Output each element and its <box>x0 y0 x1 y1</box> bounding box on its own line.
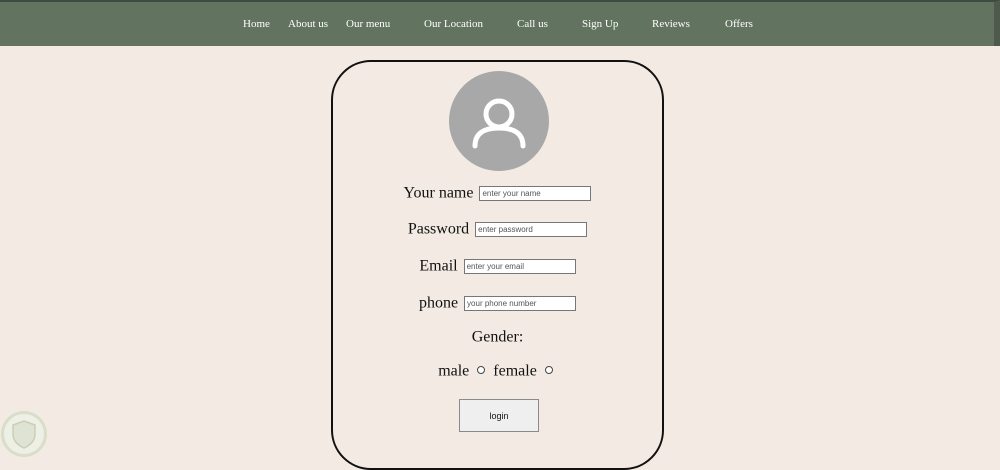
name-label: Your name <box>403 184 474 202</box>
email-label: Email <box>419 257 458 275</box>
phone-row: phone <box>333 294 662 312</box>
nav-about-link[interactable]: About us <box>288 18 328 30</box>
nav-call-link[interactable]: Call us <box>517 18 548 30</box>
name-input[interactable] <box>479 185 592 201</box>
user-icon <box>472 98 526 149</box>
email-row: Email <box>333 257 662 275</box>
signup-form-card: Your name Password Email phone Gender: m… <box>331 60 664 470</box>
nav-menu-link[interactable]: Our menu <box>346 18 390 30</box>
gender-female-radio[interactable] <box>544 366 553 375</box>
top-nav-bar: Home About us Our menu Our Location Call… <box>0 0 1000 46</box>
nav-home-link[interactable]: Home <box>243 18 270 30</box>
nav-location-link[interactable]: Our Location <box>424 18 483 30</box>
nav-reviews-link[interactable]: Reviews <box>652 18 690 30</box>
nav-offers-link[interactable]: Offers <box>725 18 753 30</box>
gender-female-label: female <box>493 362 537 380</box>
phone-input[interactable] <box>464 295 577 311</box>
gender-row: Gender: <box>333 328 662 346</box>
watermark-badge <box>1 411 47 457</box>
phone-label: phone <box>418 294 459 312</box>
password-label: Password <box>407 220 470 238</box>
password-row: Password <box>333 220 662 238</box>
shield-icon <box>12 420 36 449</box>
nav-signup-link[interactable]: Sign Up <box>582 18 618 30</box>
avatar <box>449 71 549 171</box>
email-input[interactable] <box>463 258 576 274</box>
name-row: Your name <box>333 184 662 202</box>
gender-male-radio[interactable] <box>477 366 486 375</box>
login-button[interactable]: login <box>459 399 539 432</box>
password-input[interactable] <box>475 221 588 237</box>
gender-label: Gender: <box>471 328 524 346</box>
gender-options: male female <box>333 362 662 380</box>
gender-male-label: male <box>438 362 470 380</box>
